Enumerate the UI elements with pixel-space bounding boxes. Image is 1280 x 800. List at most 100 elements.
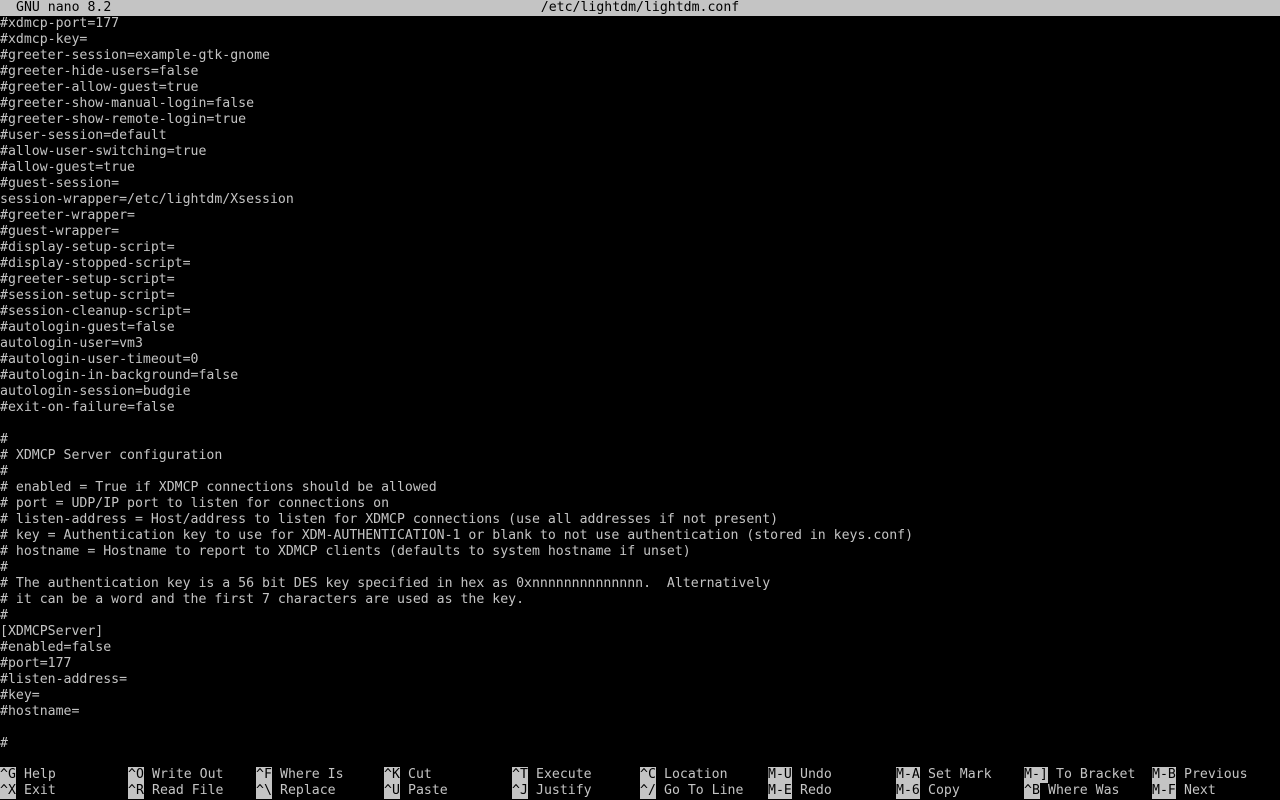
editor-line[interactable]: #greeter-session=example-gtk-gnome	[0, 48, 1280, 64]
editor-line[interactable]: # it can be a word and the first 7 chara…	[0, 592, 1280, 608]
editor-text-area[interactable]: #xdmcp-port=177 #xdmcp-key= #greeter-sessi…	[0, 16, 1280, 768]
shortcut-key: ^C	[640, 767, 656, 783]
shortcut-item[interactable]: ^X Exit	[0, 783, 56, 799]
editor-line[interactable]: # hostname = Hostname to report to XDMCP…	[0, 544, 1280, 560]
editor-line[interactable]: # XDMCP Server configuration	[0, 448, 1280, 464]
editor-line[interactable]: #greeter-hide-users=false	[0, 64, 1280, 80]
shortcut-key: ^/	[640, 783, 656, 799]
shortcut-label: Read File	[152, 783, 224, 798]
editor-line[interactable]: [XDMCPServer]	[0, 624, 1280, 640]
editor-line[interactable]: #allow-user-switching=true	[0, 144, 1280, 160]
editor-line[interactable]: #session-setup-script=	[0, 288, 1280, 304]
editor-line[interactable]: # key = Authentication key to use for XD…	[0, 528, 1280, 544]
editor-line[interactable]: #autologin-user-timeout=0	[0, 352, 1280, 368]
shortcut-item[interactable]: M-U Undo	[768, 767, 832, 783]
editor-line[interactable]	[0, 416, 1280, 432]
shortcut-item[interactable]: ^F Where Is	[256, 767, 344, 783]
editor-line[interactable]: #key=	[0, 688, 1280, 704]
editor-line[interactable]: #xdmcp-port=177	[0, 16, 1280, 32]
shortcut-key: M-F	[1152, 783, 1176, 799]
shortcut-item[interactable]: M-F Next	[1152, 783, 1216, 799]
shortcut-key: ^K	[384, 767, 400, 783]
shortcut-label: Exit	[24, 783, 56, 798]
editor-line[interactable]: #greeter-allow-guest=true	[0, 80, 1280, 96]
shortcut-label: Where Is	[280, 767, 344, 782]
shortcut-label: Set Mark	[928, 767, 992, 782]
editor-line[interactable]: #guest-session=	[0, 176, 1280, 192]
shortcut-label: To Bracket	[1056, 767, 1136, 782]
shortcut-key: M-U	[768, 767, 792, 783]
editor-line[interactable]: #autologin-in-background=false	[0, 368, 1280, 384]
editor-line[interactable]: #greeter-show-remote-login=true	[0, 112, 1280, 128]
editor-line[interactable]: #autologin-guest=false	[0, 320, 1280, 336]
shortcut-label: Go To Line	[664, 783, 744, 798]
shortcut-item[interactable]: ^G Help	[0, 767, 56, 783]
shortcut-key: M-B	[1152, 767, 1176, 783]
file-path: /etc/lightdm/lightdm.conf	[540, 0, 740, 15]
shortcut-label: Write Out	[152, 767, 224, 782]
editor-line[interactable]: #greeter-setup-script=	[0, 272, 1280, 288]
shortcut-item[interactable]: ^\ Replace	[256, 783, 336, 799]
shortcut-item[interactable]: ^T Execute	[512, 767, 592, 783]
shortcut-item[interactable]: ^K Cut	[384, 767, 432, 783]
shortcut-label: Where Was	[1048, 783, 1120, 798]
editor-line[interactable]: #	[0, 432, 1280, 448]
shortcut-item[interactable]: ^/ Go To Line	[640, 783, 743, 799]
editor-line[interactable]: #	[0, 736, 1280, 752]
editor-line[interactable]: # enabled = True if XDMCP connections sh…	[0, 480, 1280, 496]
shortcut-key: ^R	[128, 783, 144, 799]
shortcut-key: ^O	[128, 767, 144, 783]
shortcut-key: ^B	[1024, 783, 1040, 799]
shortcut-key: M-E	[768, 783, 792, 799]
title-bar: GNU nano 8.2 /etc/lightdm/lightdm.conf	[0, 0, 1280, 16]
editor-line[interactable]: session-wrapper=/etc/lightdm/Xsession	[0, 192, 1280, 208]
editor-line[interactable]: #display-setup-script=	[0, 240, 1280, 256]
shortcut-item[interactable]: ^R Read File	[128, 783, 223, 799]
shortcut-label: Redo	[800, 783, 832, 798]
shortcut-label: Replace	[280, 783, 336, 798]
editor-line[interactable]: #	[0, 464, 1280, 480]
editor-line[interactable]: #hostname=	[0, 704, 1280, 720]
shortcut-key: ^U	[384, 783, 400, 799]
shortcut-item[interactable]: ^C Location	[640, 767, 728, 783]
shortcut-item[interactable]: ^O Write Out	[128, 767, 223, 783]
shortcut-label: Undo	[800, 767, 832, 782]
editor-line[interactable]: #listen-address=	[0, 672, 1280, 688]
editor-line[interactable]: # The authentication key is a 56 bit DES…	[0, 576, 1280, 592]
shortcut-item[interactable]: M-] To Bracket	[1024, 767, 1135, 783]
editor-line[interactable]: #port=177	[0, 656, 1280, 672]
shortcut-key: M-6	[896, 783, 920, 799]
editor-line[interactable]: # listen-address = Host/address to liste…	[0, 512, 1280, 528]
shortcut-key: M-]	[1024, 767, 1048, 783]
shortcut-item[interactable]: ^B Where Was	[1024, 783, 1119, 799]
editor-line[interactable]: #guest-wrapper=	[0, 224, 1280, 240]
shortcut-item[interactable]: ^J Justify	[512, 783, 592, 799]
shortcut-item[interactable]: M-A Set Mark	[896, 767, 992, 783]
shortcut-item[interactable]: M-E Redo	[768, 783, 832, 799]
shortcut-item[interactable]: ^U Paste	[384, 783, 448, 799]
shortcut-item[interactable]: M-6 Copy	[896, 783, 960, 799]
editor-line[interactable]: #enabled=false	[0, 640, 1280, 656]
shortcut-label: Location	[664, 767, 728, 782]
shortcut-key: ^F	[256, 767, 272, 783]
editor-line[interactable]: #	[0, 560, 1280, 576]
editor-line[interactable]: #user-session=default	[0, 128, 1280, 144]
editor-line[interactable]: # port = UDP/IP port to listen for conne…	[0, 496, 1280, 512]
editor-line[interactable]: #greeter-wrapper=	[0, 208, 1280, 224]
shortcut-label: Previous	[1184, 767, 1248, 782]
shortcut-key: ^T	[512, 767, 528, 783]
shortcut-label: Justify	[536, 783, 592, 798]
editor-line[interactable]: #greeter-show-manual-login=false	[0, 96, 1280, 112]
shortcut-item[interactable]: M-B Previous	[1152, 767, 1248, 783]
editor-line[interactable]: autologin-user=vm3	[0, 336, 1280, 352]
editor-line[interactable]: #session-cleanup-script=	[0, 304, 1280, 320]
shortcut-bar: ^G Help ^X Exit ^O Write Out ^R Read File ^F Wher…	[0, 767, 1280, 799]
editor-line[interactable]	[0, 720, 1280, 736]
editor-line[interactable]: autologin-session=budgie	[0, 384, 1280, 400]
editor-line[interactable]: #	[0, 608, 1280, 624]
editor-line[interactable]: #allow-guest=true	[0, 160, 1280, 176]
editor-line[interactable]: #exit-on-failure=false	[0, 400, 1280, 416]
shortcut-key: ^X	[0, 783, 16, 799]
editor-line[interactable]: #xdmcp-key=	[0, 32, 1280, 48]
editor-line[interactable]: #display-stopped-script=	[0, 256, 1280, 272]
